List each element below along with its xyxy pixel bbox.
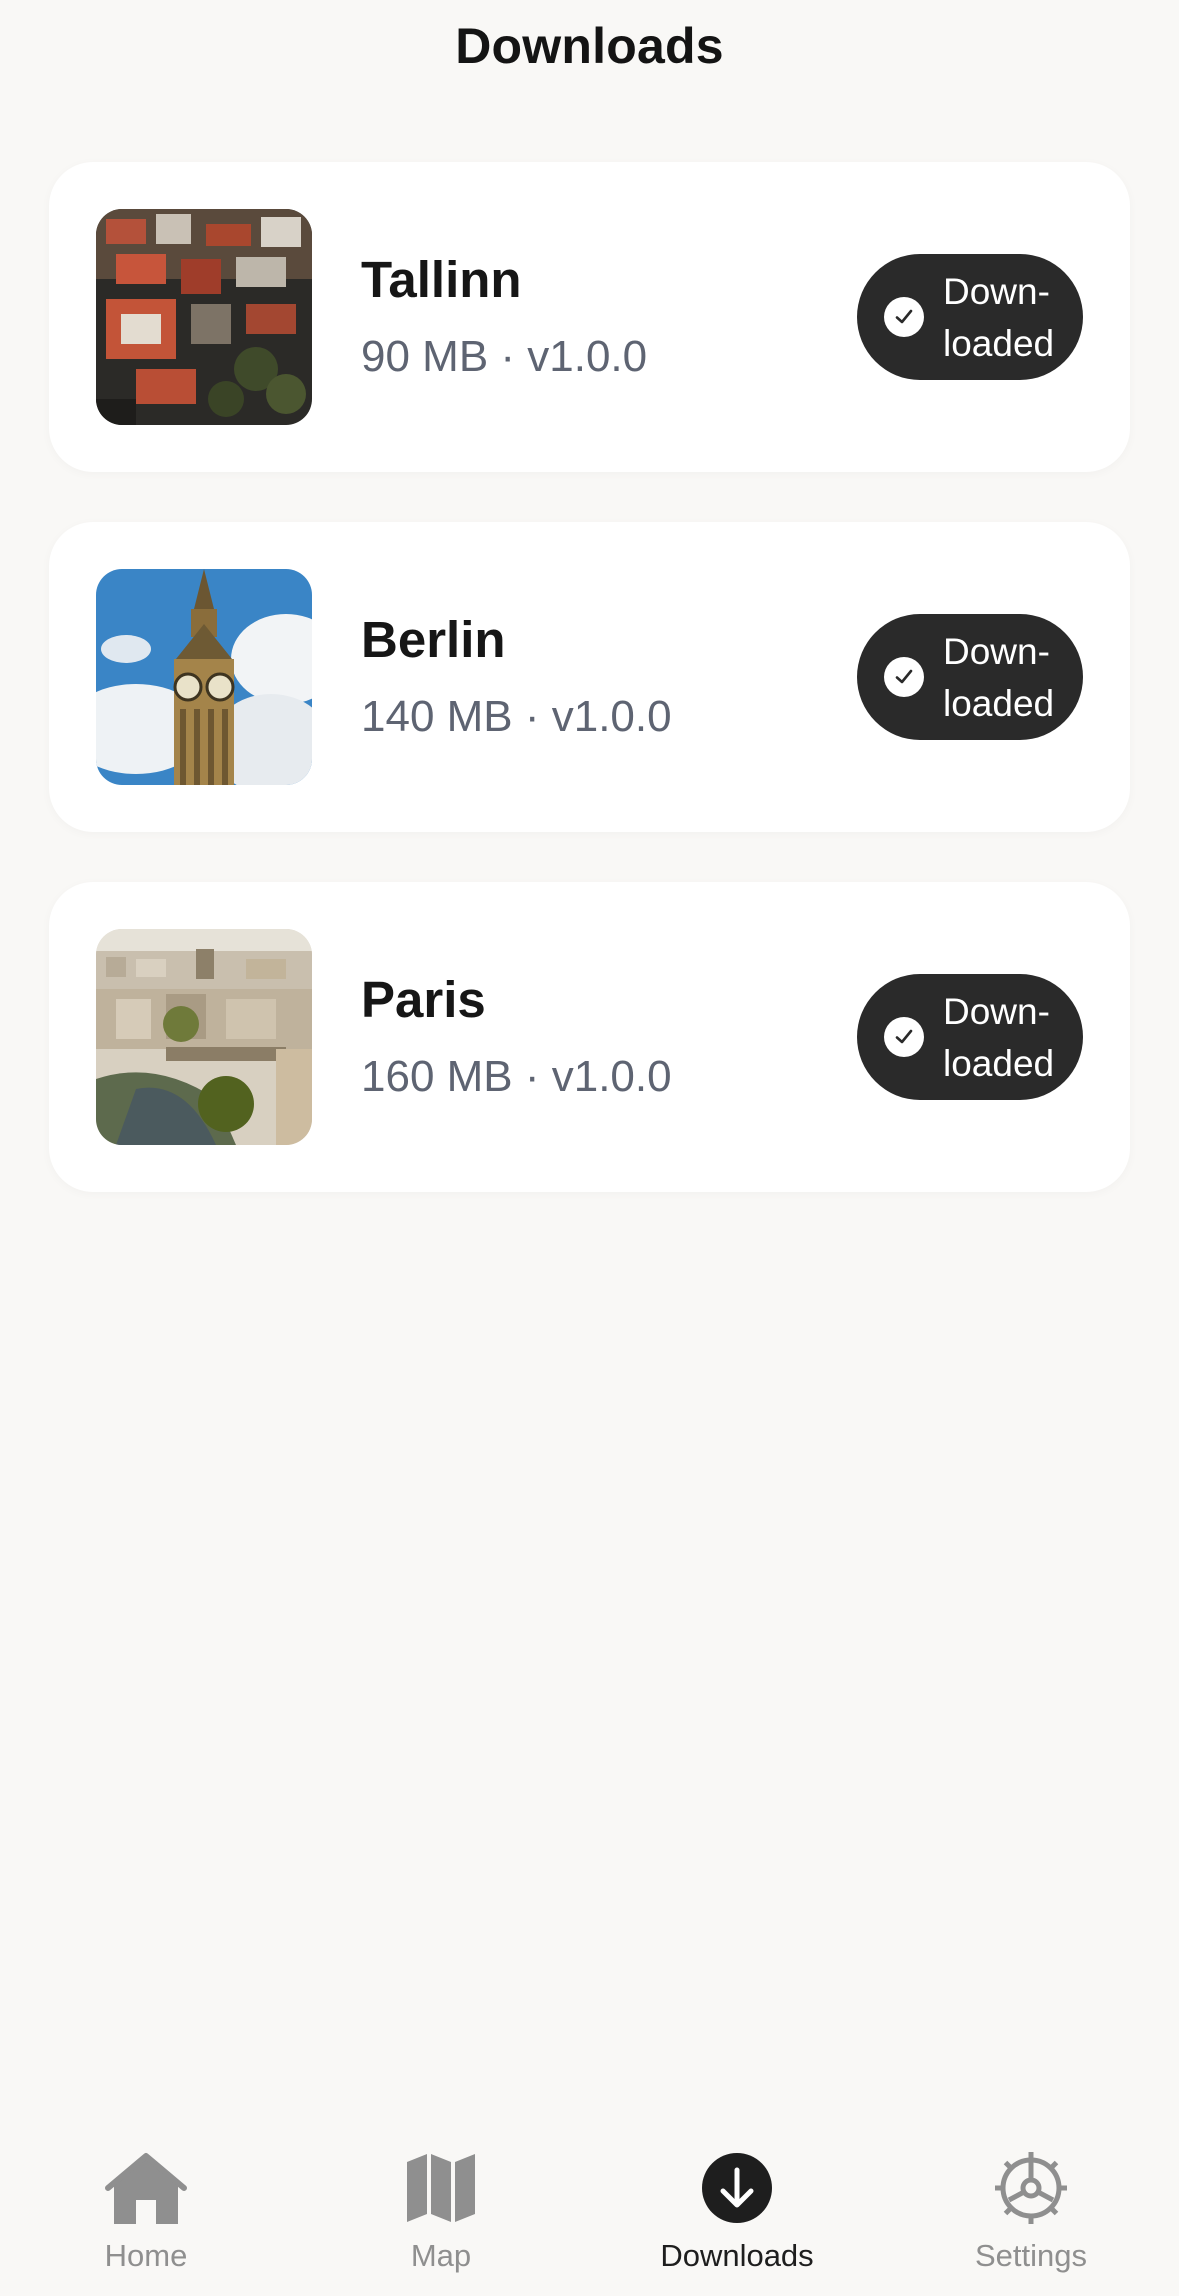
downloaded-status-button[interactable]: Down- loaded bbox=[857, 974, 1083, 1100]
status-label-line2: loaded bbox=[943, 683, 1055, 724]
downloads-list: Tallinn 90 MB · v1.0.0 Down- loaded Berl… bbox=[49, 162, 1130, 1242]
city-name: Tallinn bbox=[361, 251, 522, 308]
city-size-version: 160 MB · v1.0.0 bbox=[361, 1052, 672, 1101]
status-label: Down- loaded bbox=[943, 986, 1073, 1090]
tab-downloads[interactable]: Downloads bbox=[637, 2120, 837, 2296]
status-label-line1: Down- bbox=[943, 991, 1050, 1032]
city-name: Berlin bbox=[361, 611, 506, 668]
checkmark-icon bbox=[884, 1017, 924, 1057]
status-label-line1: Down- bbox=[943, 631, 1050, 672]
tallinn-aerial-photo bbox=[96, 209, 312, 425]
city-thumbnail bbox=[96, 929, 312, 1145]
download-card-berlin[interactable]: Berlin 140 MB · v1.0.0 Down- loaded bbox=[49, 522, 1130, 832]
tab-map[interactable]: Map bbox=[341, 2120, 541, 2296]
tab-home[interactable]: Home bbox=[46, 2120, 246, 2296]
gear-icon bbox=[989, 2146, 1073, 2230]
download-icon bbox=[695, 2146, 779, 2230]
checkmark-icon bbox=[884, 657, 924, 697]
status-label: Down- loaded bbox=[943, 266, 1073, 370]
status-label-line2: loaded bbox=[943, 1043, 1055, 1084]
city-thumbnail bbox=[96, 569, 312, 785]
map-icon bbox=[399, 2146, 483, 2230]
downloaded-status-button[interactable]: Down- loaded bbox=[857, 614, 1083, 740]
paris-cityscape-photo bbox=[96, 929, 312, 1145]
download-card-tallinn[interactable]: Tallinn 90 MB · v1.0.0 Down- loaded bbox=[49, 162, 1130, 472]
city-thumbnail bbox=[96, 209, 312, 425]
downloaded-status-button[interactable]: Down- loaded bbox=[857, 254, 1083, 380]
tab-settings[interactable]: Settings bbox=[931, 2120, 1131, 2296]
city-size-version: 90 MB · v1.0.0 bbox=[361, 332, 648, 381]
status-label-line1: Down- bbox=[943, 271, 1050, 312]
download-card-paris[interactable]: Paris 160 MB · v1.0.0 Down- loaded bbox=[49, 882, 1130, 1192]
city-name: Paris bbox=[361, 971, 486, 1028]
bottom-tab-bar: Home Map Downloads Settings bbox=[0, 2120, 1179, 2296]
status-label-line2: loaded bbox=[943, 323, 1055, 364]
page-title: Downloads bbox=[455, 18, 724, 74]
tab-label: Home bbox=[104, 2238, 188, 2273]
header: Downloads bbox=[0, 0, 1179, 100]
status-label: Down- loaded bbox=[943, 626, 1073, 730]
tab-label: Map bbox=[410, 2238, 472, 2273]
tab-label: Settings bbox=[974, 2238, 1087, 2273]
city-size-version: 140 MB · v1.0.0 bbox=[361, 692, 672, 741]
home-icon bbox=[104, 2146, 188, 2230]
clock-tower-photo bbox=[96, 569, 312, 785]
downloads-screen: Downloads Tallinn 90 MB · v1.0.0 Down- l… bbox=[0, 0, 1179, 2296]
checkmark-icon bbox=[884, 297, 924, 337]
tab-label: Downloads bbox=[660, 2238, 814, 2273]
